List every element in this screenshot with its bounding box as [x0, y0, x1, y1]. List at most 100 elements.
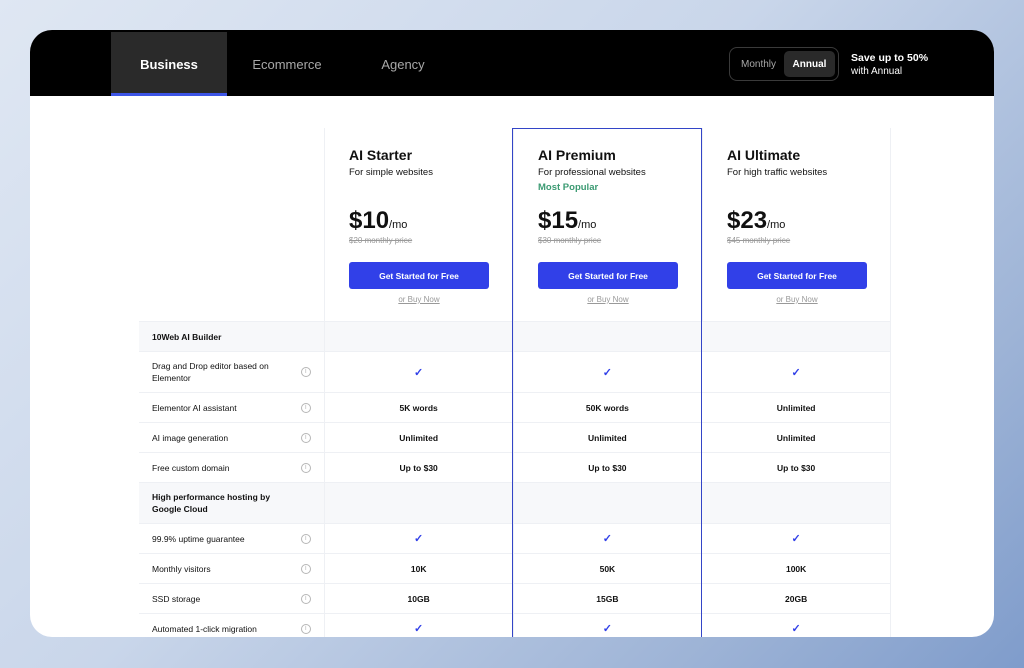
plan-name: AI Starter — [349, 147, 413, 163]
plan-price: $15/mo — [538, 207, 596, 235]
plan-price: $10/mo — [349, 207, 407, 235]
feature-value-cell: ✓ — [514, 524, 703, 553]
savings-headline: Save up to 50% — [851, 52, 929, 64]
feature-value-cell: ✓ — [325, 524, 514, 553]
feature-value-cell: ✓ — [702, 352, 891, 392]
feature-value: Up to $30 — [777, 462, 816, 473]
old-price: $45 monthly price — [727, 236, 791, 245]
feature-value-cell: Unlimited — [514, 423, 703, 452]
info-icon[interactable]: i — [300, 593, 311, 604]
feature-value-cell: 50K — [514, 554, 703, 583]
feature-value: 10K — [410, 563, 427, 574]
price-amount: $15 — [538, 207, 579, 234]
feature-label-text: Drag and Drop editor based on Elementor — [152, 361, 269, 383]
price-amount: $23 — [727, 207, 768, 234]
feature-label-text: Monthly visitors — [152, 563, 211, 574]
feature-label-text: 10Web AI Builder — [152, 331, 222, 342]
get-started-button[interactable]: Get Started for Free — [349, 262, 489, 289]
feature-value: 20GB — [785, 593, 808, 604]
info-icon[interactable]: i — [300, 432, 311, 443]
old-price: $30 monthly price — [538, 236, 602, 245]
check-icon: ✓ — [414, 366, 424, 379]
feature-value: 5K words — [399, 402, 438, 413]
price-period: /mo — [389, 219, 408, 231]
buy-now-link[interactable]: or Buy Now — [538, 295, 678, 304]
info-icon[interactable]: i — [300, 462, 311, 473]
tab-label: Agency — [381, 56, 425, 72]
feature-value: Up to $30 — [399, 462, 438, 473]
check-icon: ✓ — [791, 366, 801, 379]
plan-subtitle: For simple websites — [349, 167, 433, 178]
feature-value: 50K words — [585, 402, 629, 413]
price-period: /mo — [578, 219, 597, 231]
info-icon[interactable]: i — [300, 402, 311, 413]
feature-value: Unlimited — [776, 402, 816, 413]
feature-value-cell: 50K words — [514, 393, 703, 422]
pricing-table: AI Starter For simple websites $10/mo $2… — [139, 128, 891, 637]
feature-value-cell: ✓ — [702, 614, 891, 637]
annual-option[interactable]: Annual — [784, 51, 835, 77]
feature-label-text: AI image generation — [152, 432, 229, 443]
tab-ecommerce[interactable]: Ecommerce — [229, 32, 345, 96]
feature-value-cell: ✓ — [325, 352, 514, 392]
feature-label: High performance hosting by Google Cloud — [139, 483, 325, 523]
tab-label: Business — [140, 56, 198, 72]
feature-row: Drag and Drop editor based on Elementor i… — [139, 351, 891, 392]
most-popular-badge: Most Popular — [538, 182, 599, 193]
feature-row: Free custom domain i Up to $30 Up to $30 Up … — [139, 452, 891, 482]
feature-row: Elementor AI assistant i 5K words 50K words… — [139, 392, 891, 422]
feature-value-cell: 20GB — [702, 584, 891, 613]
pricing-frame: Business Ecommerce Agency Monthly Annual… — [30, 30, 994, 637]
check-icon: ✓ — [602, 533, 612, 545]
feature-value: Unlimited — [776, 432, 816, 443]
plan-card-premium: AI Premium For professional websites Mos… — [514, 128, 703, 321]
plan-card-starter: AI Starter For simple websites $10/mo $2… — [325, 128, 514, 321]
feature-label: Elementor AI assistant i — [139, 393, 325, 422]
feature-value: Unlimited — [399, 432, 439, 443]
info-icon[interactable]: i — [300, 623, 311, 634]
tab-business[interactable]: Business — [111, 32, 227, 96]
tab-agency[interactable]: Agency — [345, 32, 461, 96]
feature-value-cell: 100K — [702, 554, 891, 583]
check-icon: ✓ — [791, 533, 801, 545]
feature-value-cell: Up to $30 — [514, 453, 703, 482]
billing-toggle: Monthly Annual — [729, 47, 839, 81]
feature-value-cell: ✓ — [514, 614, 703, 637]
feature-value-cell: 15GB — [514, 584, 703, 613]
feature-value-cell: Up to $30 — [325, 453, 514, 482]
info-icon[interactable]: i — [300, 367, 311, 377]
feature-value: 10GB — [407, 593, 430, 604]
check-icon: ✓ — [602, 623, 612, 635]
price-period: /mo — [767, 219, 786, 231]
feature-value: Up to $30 — [588, 462, 627, 473]
tab-label: Ecommerce — [252, 56, 322, 72]
price-amount: $10 — [349, 207, 390, 234]
feature-value-cell: Unlimited — [325, 423, 514, 452]
info-icon[interactable]: i — [300, 533, 311, 544]
feature-label-text: Automated 1-click migration — [152, 623, 257, 634]
feature-row: 99.9% uptime guarantee i ✓ ✓ ✓ — [139, 523, 891, 553]
plan-category-bar: Business Ecommerce Agency Monthly Annual… — [30, 30, 994, 96]
feature-value: 15GB — [596, 593, 619, 604]
savings-subline: with Annual — [851, 66, 903, 77]
buy-now-link[interactable]: or Buy Now — [349, 295, 489, 304]
check-icon: ✓ — [791, 623, 801, 635]
feature-label: SSD storage i — [139, 584, 325, 613]
feature-label: Monthly visitors i — [139, 554, 325, 583]
feature-row: AI image generation i Unlimited Unlimited Un… — [139, 422, 891, 452]
feature-value-cell: Up to $30 — [702, 453, 891, 482]
buy-now-link[interactable]: or Buy Now — [727, 295, 867, 304]
get-started-button[interactable]: Get Started for Free — [727, 262, 867, 289]
plan-name: AI Ultimate — [727, 147, 801, 163]
plan-name: AI Premium — [538, 147, 616, 163]
feature-label: Free custom domain i — [139, 453, 325, 482]
plan-price: $23/mo — [727, 207, 785, 235]
info-icon[interactable]: i — [300, 563, 311, 574]
annual-savings-note: Save up to 50% with Annual — [851, 51, 928, 79]
feature-label: 10Web AI Builder — [139, 322, 325, 351]
get-started-button[interactable]: Get Started for Free — [538, 262, 678, 289]
feature-label-text: Free custom domain — [152, 462, 230, 473]
old-price: $20 monthly price — [349, 236, 413, 245]
monthly-option[interactable]: Monthly — [733, 51, 784, 77]
feature-value-cell: 10K — [325, 554, 514, 583]
